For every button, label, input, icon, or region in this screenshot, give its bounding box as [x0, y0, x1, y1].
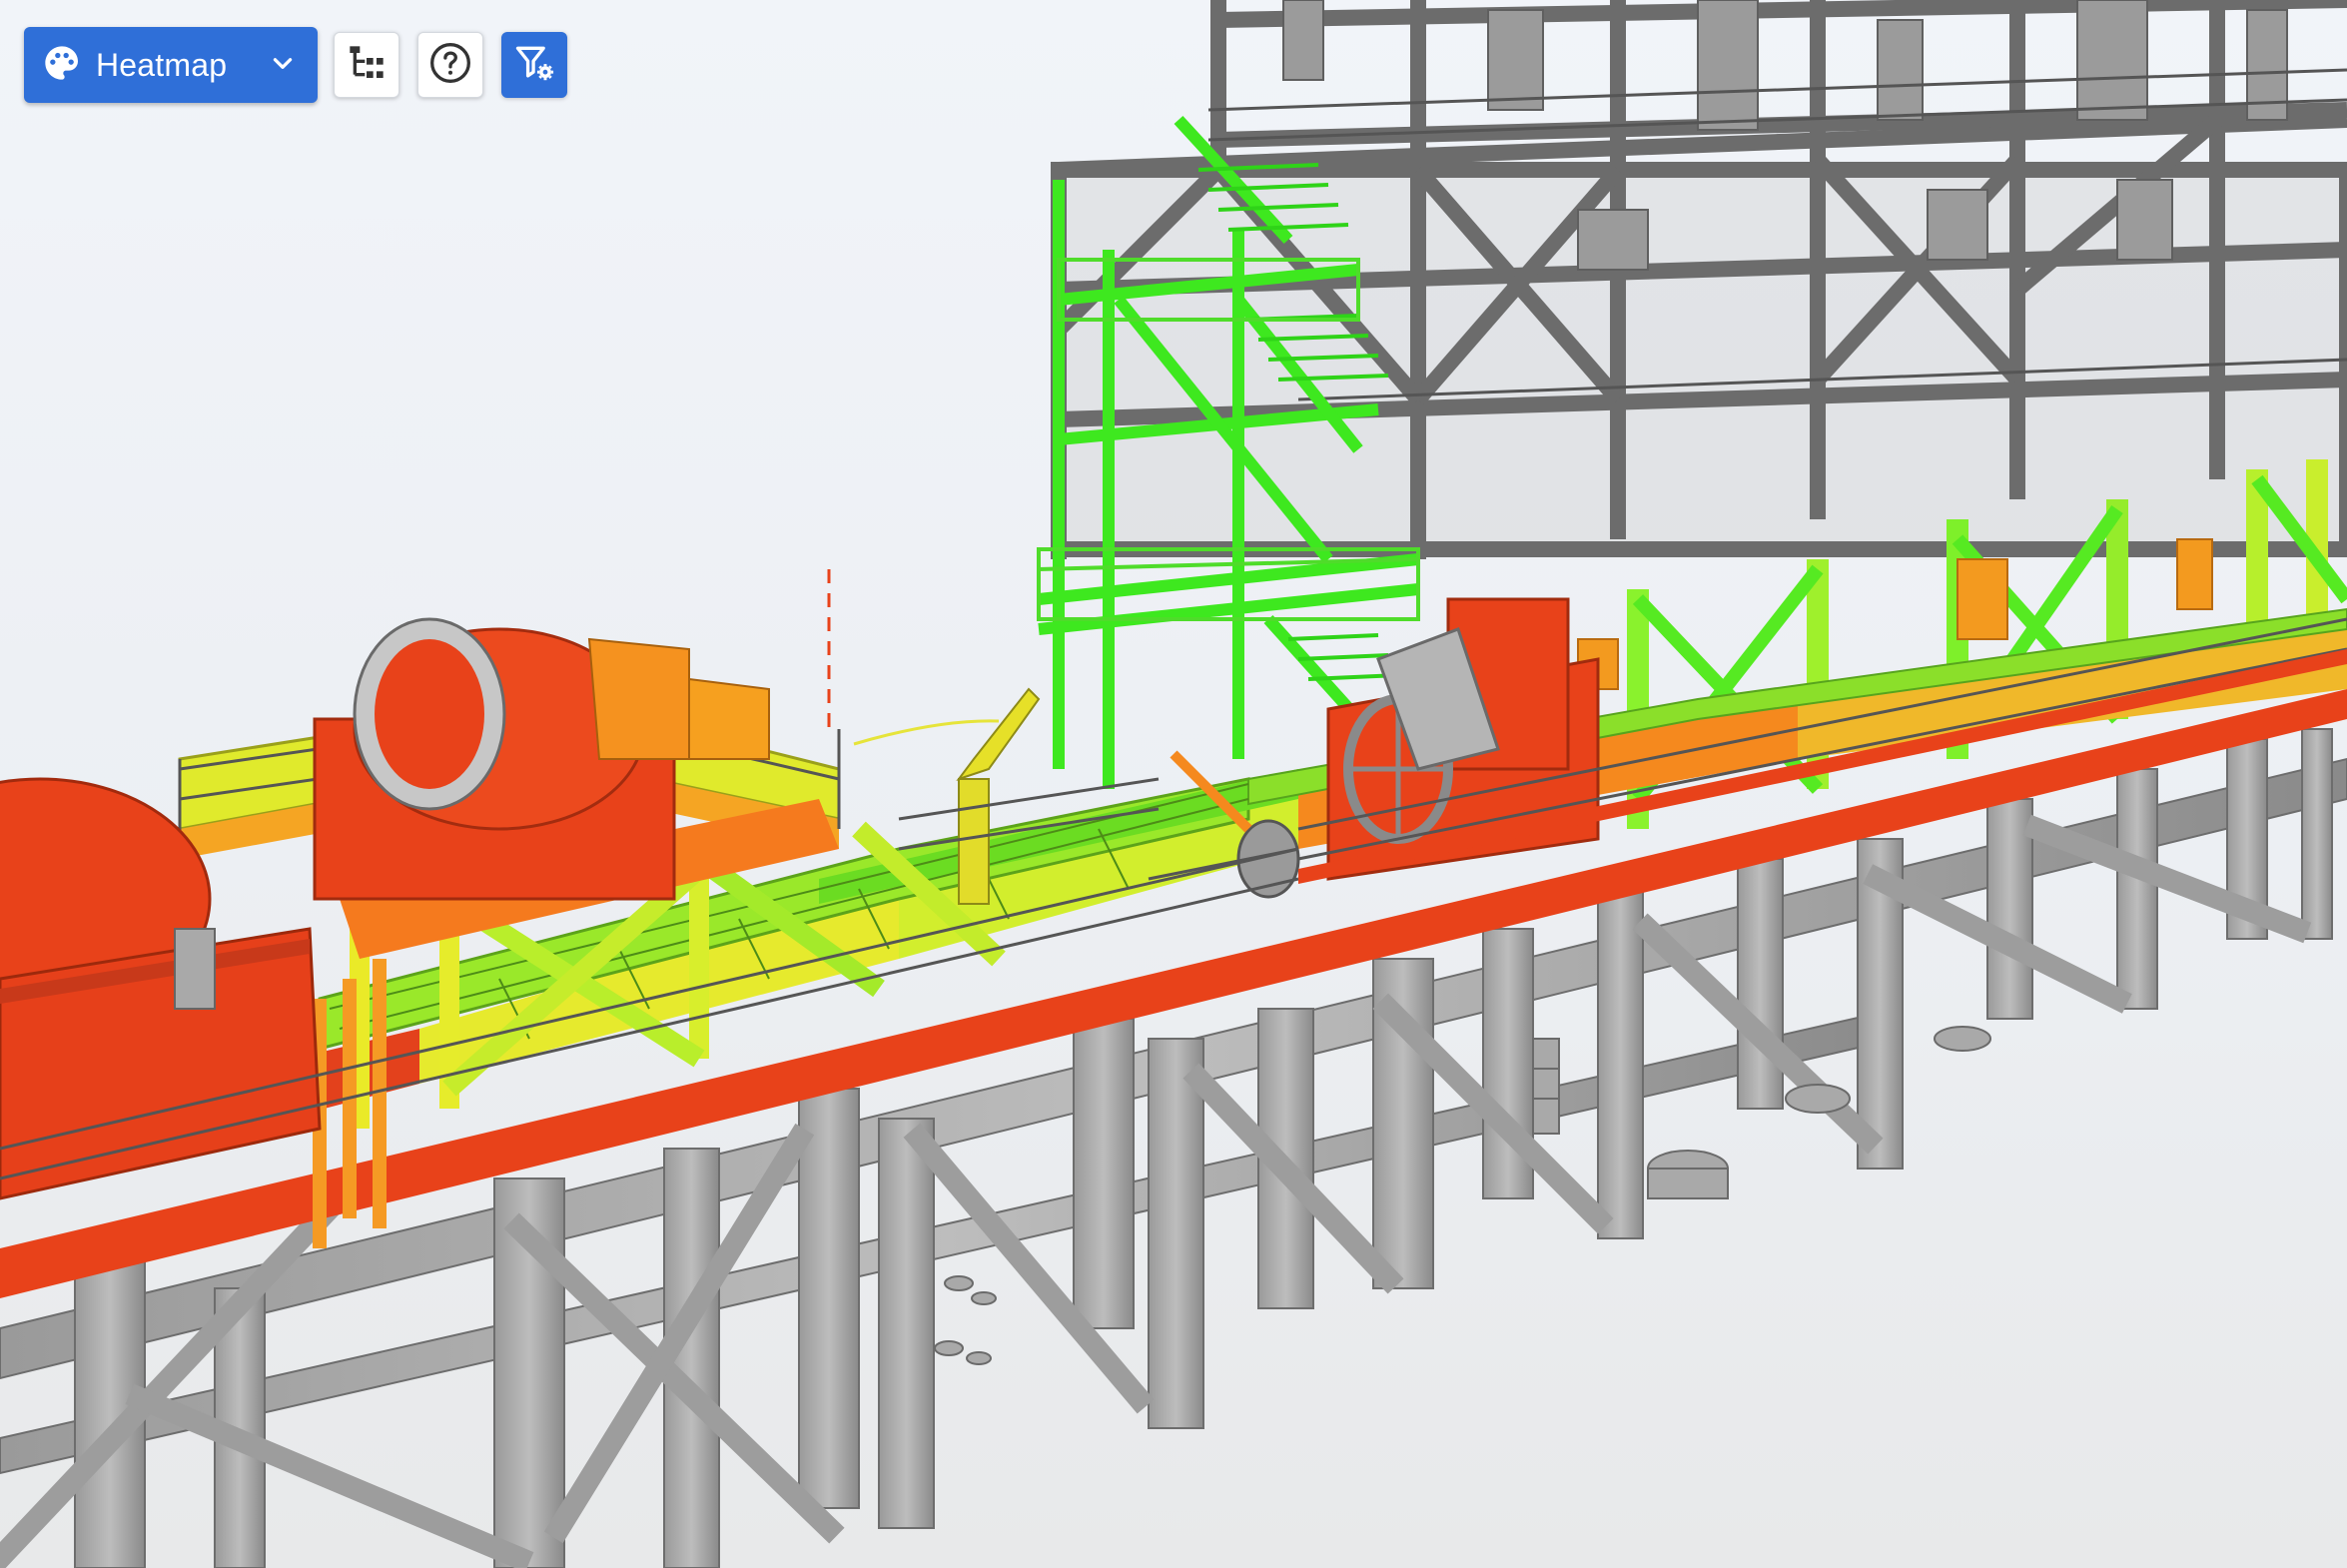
help-button[interactable] [417, 32, 483, 98]
palette-icon [42, 43, 82, 88]
chevron-down-icon [270, 50, 296, 81]
heatmap-mode-dropdown[interactable]: Heatmap [24, 27, 318, 103]
hierarchy-tree-icon [347, 43, 387, 88]
filter-gear-icon [512, 41, 556, 90]
question-circle-icon [428, 41, 472, 90]
plant-3d-model[interactable] [0, 0, 2347, 1568]
3d-model-viewport[interactable] [0, 0, 2347, 1568]
filter-settings-button[interactable] [501, 32, 567, 98]
viewer-toolbar: Heatmap [24, 27, 567, 103]
tree-view-button[interactable] [334, 32, 399, 98]
mode-label: Heatmap [96, 46, 228, 83]
